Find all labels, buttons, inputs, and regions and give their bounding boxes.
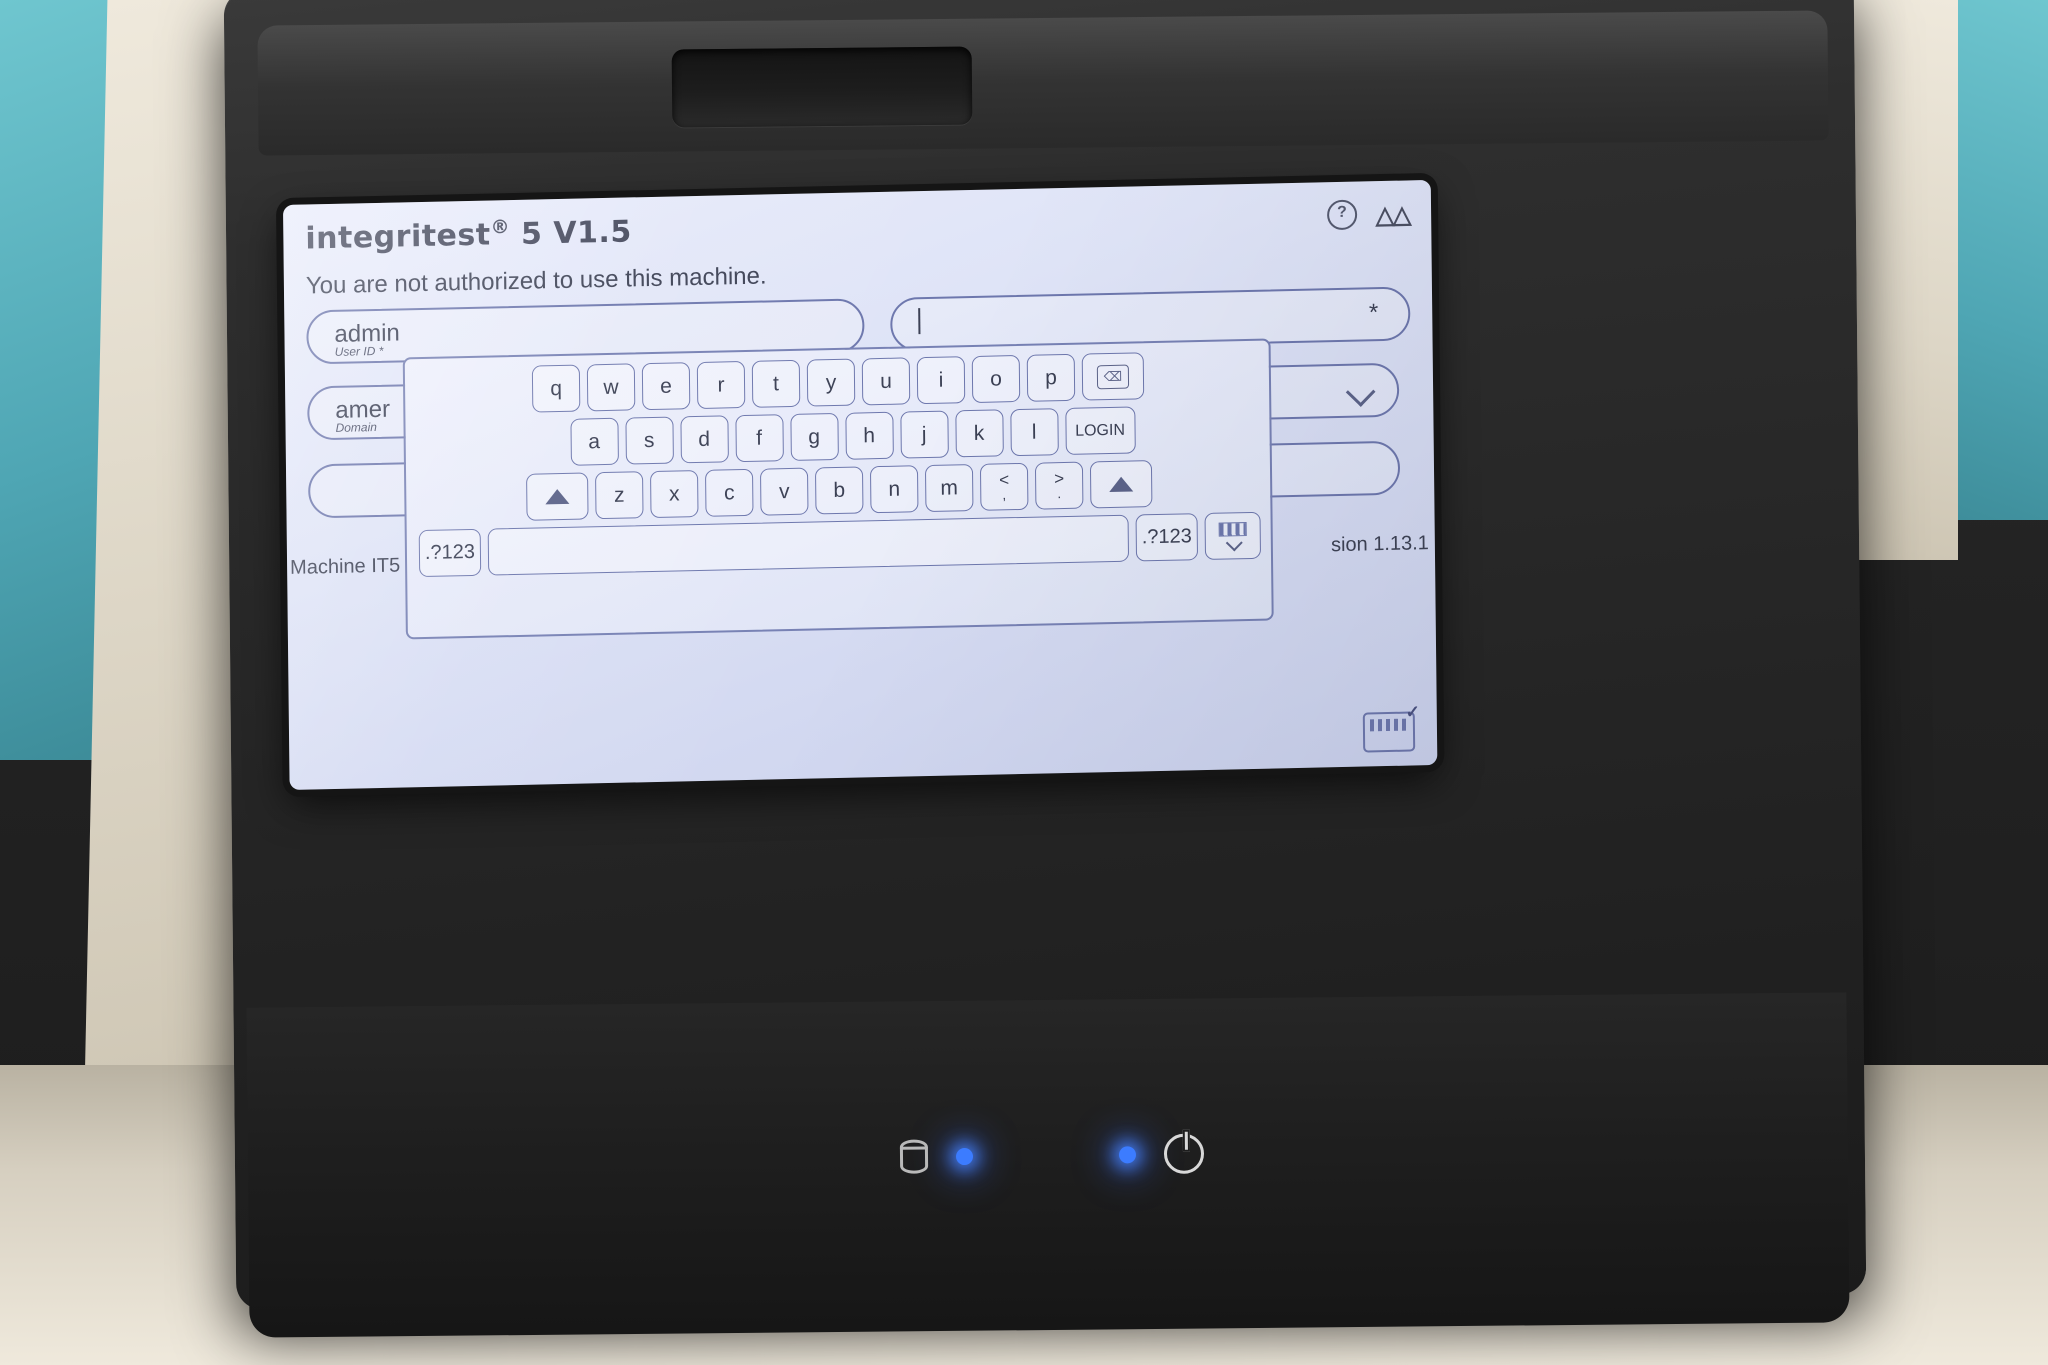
touchscreen-display[interactable]: integritest® 5 V1.5 ? ▵▵ You are not aut… (283, 179, 1438, 790)
screen-header: integritest® 5 V1.5 ? ▵▵ (305, 190, 1410, 256)
chevron-down-icon[interactable] (1345, 377, 1376, 407)
key-b[interactable]: b (814, 466, 864, 515)
key-p[interactable]: p (1026, 353, 1076, 402)
page-title: integritest® 5 V1.5 (305, 213, 632, 256)
chevron-down-icon (1225, 533, 1243, 551)
key-o[interactable]: o (971, 354, 1021, 404)
key-period-greaterthan[interactable]: > . (1034, 461, 1084, 510)
numeric-toggle-right-key[interactable]: .?123 (1135, 513, 1199, 562)
backspace-key[interactable]: ⌫ (1081, 352, 1145, 401)
keyboard-toggle-icon[interactable]: ✓ (1362, 702, 1420, 753)
key-comma-lessthan[interactable]: < , (979, 462, 1029, 511)
check-icon: ✓ (1405, 702, 1420, 722)
key-n[interactable]: n (869, 465, 919, 514)
hide-keyboard-key[interactable] (1204, 511, 1262, 560)
backspace-icon: ⌫ (1096, 364, 1130, 389)
status-indicator-row (900, 1123, 1231, 1186)
key-h[interactable]: h (844, 411, 894, 460)
instrument-handle (671, 46, 973, 128)
key-a[interactable]: a (569, 417, 619, 466)
key-j[interactable]: j (899, 410, 949, 459)
lessthan-glyph: < (999, 469, 1010, 489)
domain-label: Domain (335, 420, 377, 435)
instrument-top-lip (257, 10, 1829, 156)
merck-logo-icon: ▵▵ (1374, 190, 1410, 238)
space-key[interactable] (487, 514, 1130, 576)
key-i[interactable]: i (916, 356, 966, 405)
keyboard-row-3: z x c v b n m < , > . (416, 458, 1260, 523)
key-v[interactable]: v (759, 467, 809, 516)
help-icon[interactable]: ? (1326, 199, 1358, 231)
product-version: 5 V1.5 (509, 214, 632, 253)
power-icon (1163, 1133, 1205, 1174)
greaterthan-glyph: > (1054, 468, 1065, 488)
login-key[interactable]: LOGIN (1064, 406, 1136, 455)
machine-id-label: Machine IT5 (289, 554, 401, 579)
key-r[interactable]: r (696, 360, 746, 410)
period-glyph: . (1057, 484, 1062, 501)
registered-mark: ® (490, 216, 511, 239)
shift-right-key[interactable] (1089, 460, 1153, 509)
key-z[interactable]: z (595, 471, 644, 520)
shift-up-arrow-icon (545, 488, 570, 505)
key-g[interactable]: g (789, 412, 839, 461)
key-k[interactable]: k (954, 409, 1004, 458)
key-t[interactable]: t (751, 359, 801, 408)
keyboard-row-1: q w e r t y u i o p ⌫ (415, 350, 1259, 415)
key-c[interactable]: c (705, 468, 754, 517)
keyboard-glyph-icon (1369, 718, 1408, 732)
database-icon (900, 1139, 928, 1173)
key-w[interactable]: w (586, 363, 636, 412)
key-f[interactable]: f (734, 414, 784, 463)
key-d[interactable]: d (679, 415, 729, 464)
keyboard-row-4: .?123 .?123 (417, 511, 1262, 578)
numeric-toggle-left-key[interactable]: .?123 (418, 528, 482, 578)
on-screen-keyboard[interactable]: q w e r t y u i o p ⌫ a s d f g h j k l … (402, 338, 1274, 640)
drive-activity-led (955, 1147, 974, 1165)
password-required-marker: * (1368, 299, 1379, 327)
key-l[interactable]: l (1009, 408, 1059, 457)
key-u[interactable]: u (861, 357, 911, 406)
key-m[interactable]: m (924, 464, 974, 513)
password-value (918, 308, 921, 336)
power-led (1118, 1145, 1137, 1163)
text-caret (918, 308, 921, 335)
keyboard-row-2: a s d f g h j k l LOGIN (415, 404, 1259, 469)
shift-up-arrow-icon (1109, 476, 1134, 493)
key-s[interactable]: s (624, 416, 674, 465)
photo-scene: integritest® 5 V1.5 ? ▵▵ You are not aut… (0, 0, 2048, 1365)
shift-left-key[interactable] (526, 472, 589, 521)
key-y[interactable]: y (806, 358, 856, 407)
product-name: integritest (305, 217, 491, 257)
user-id-label: User ID * (334, 343, 384, 359)
comma-glyph: , (1002, 485, 1007, 502)
key-q[interactable]: q (531, 364, 581, 413)
software-version-label: sion 1.13.1 (1330, 532, 1429, 557)
key-x[interactable]: x (650, 470, 699, 519)
key-e[interactable]: e (641, 362, 691, 411)
